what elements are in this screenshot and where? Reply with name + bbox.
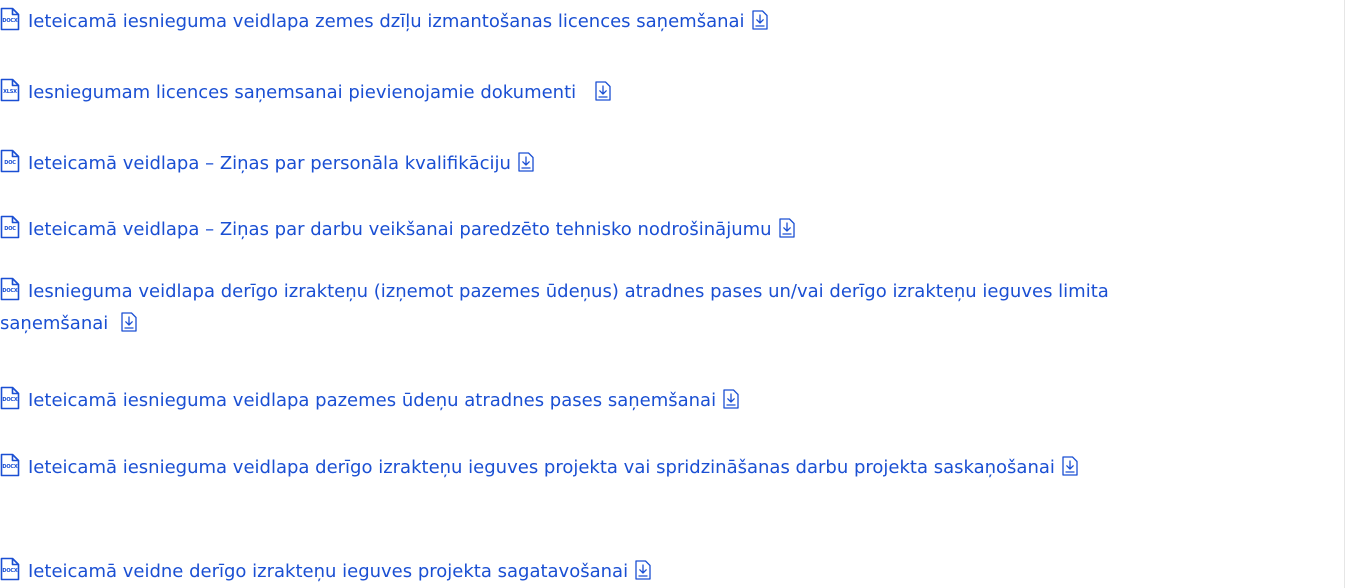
download-icon[interactable] [517, 152, 535, 172]
download-icon[interactable] [594, 81, 612, 101]
document-link[interactable]: Ieteicamā veidlapa – Ziņas par darbu vei… [28, 219, 772, 240]
docx-file-icon: DOCX [0, 7, 20, 31]
doc-file-icon: DOC [0, 149, 20, 173]
download-icon[interactable] [1061, 456, 1079, 476]
download-icon[interactable] [778, 218, 796, 238]
document-link[interactable]: Iesniegumam licences saņemsanai pievieno… [28, 82, 576, 103]
file-extension: XLSX [3, 89, 17, 95]
document-item: DOCX Ieteicamā iesnieguma veidlapa pazem… [0, 386, 1340, 414]
document-item: DOC Ieteicamā veidlapa – Ziņas par darbu… [0, 215, 1340, 243]
document-link[interactable]: Ieteicamā veidne derīgo izrakteņu ieguve… [28, 561, 628, 582]
xlsx-file-icon: XLSX [0, 78, 20, 102]
document-item: XLSX Iesniegumam licences saņemsanai pie… [0, 78, 1340, 106]
document-item: DOC Ieteicamā veidlapa – Ziņas par perso… [0, 149, 1340, 177]
document-link-continued[interactable]: saņemšanai [0, 313, 108, 334]
document-item: DOCX Iesnieguma veidlapa derīgo izrakteņ… [0, 277, 1340, 337]
document-link[interactable]: Ieteicamā iesnieguma veidlapa zemes dzīļ… [28, 11, 745, 32]
download-icon[interactable] [634, 560, 652, 580]
docx-file-icon: DOCX [0, 277, 20, 301]
documents-list: DOCX Ieteicamā iesnieguma veidlapa zemes… [0, 0, 1344, 588]
file-extension: DOCX [2, 288, 18, 294]
docx-file-icon: DOCX [0, 557, 20, 581]
file-extension: DOCX [2, 18, 18, 24]
document-link[interactable]: Ieteicamā iesnieguma veidlapa pazemes ūd… [28, 390, 716, 411]
download-icon[interactable] [120, 312, 138, 332]
scrollbar-track[interactable] [1344, 0, 1345, 588]
file-extension: DOCX [2, 568, 18, 574]
file-extension: DOC [4, 160, 16, 166]
file-extension: DOCX [2, 397, 18, 403]
document-link[interactable]: Ieteicamā veidlapa – Ziņas par personāla… [28, 153, 511, 174]
download-icon[interactable] [722, 389, 740, 409]
document-item: DOCX Ieteicamā veidne derīgo izrakteņu i… [0, 557, 1340, 585]
docx-file-icon: DOCX [0, 386, 20, 410]
document-link[interactable]: Iesnieguma veidlapa derīgo izrakteņu (iz… [28, 281, 1109, 302]
document-item: DOCX Ieteicamā iesnieguma veidlapa zemes… [0, 7, 1340, 35]
file-extension: DOC [4, 226, 16, 232]
document-link[interactable]: Ieteicamā iesnieguma veidlapa derīgo izr… [28, 457, 1055, 478]
docx-file-icon: DOCX [0, 453, 20, 477]
download-icon[interactable] [751, 10, 769, 30]
doc-file-icon: DOC [0, 215, 20, 239]
document-item: DOCX Ieteicamā iesnieguma veidlapa derīg… [0, 453, 1340, 481]
file-extension: DOCX [2, 464, 18, 470]
